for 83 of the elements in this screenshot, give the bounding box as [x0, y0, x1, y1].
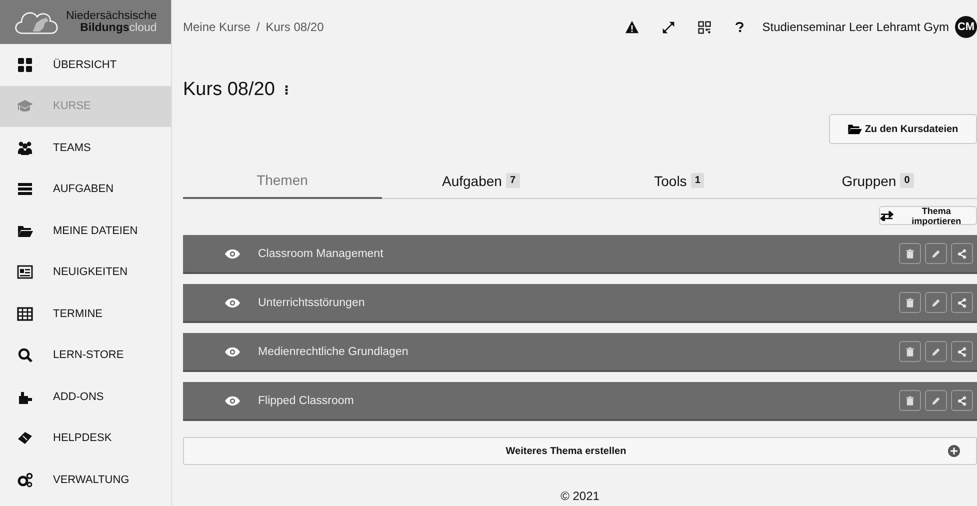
list-icon [17, 181, 33, 198]
copyright-text: © 2021 [560, 489, 600, 503]
people-icon [17, 140, 33, 156]
sidebar-item[interactable]: TERMINE [0, 293, 171, 334]
kebab-menu-icon [284, 85, 288, 95]
grid-icon [17, 56, 33, 73]
edit-button[interactable] [925, 243, 947, 264]
topic-title: Medienrechtliche Grundlagen [258, 346, 410, 358]
count-badge: 1 [690, 173, 704, 188]
trash-icon [905, 298, 915, 308]
topic-bar[interactable]: Flipped Classroom [183, 382, 977, 421]
breadcrumb-link[interactable]: Kurs 08/20 [266, 20, 324, 34]
breadcrumb-link[interactable]: Meine Kurse [183, 20, 250, 34]
delete-button[interactable] [899, 341, 921, 362]
topic-title: Classroom Management [258, 248, 384, 260]
trash-icon [905, 396, 915, 406]
sidebar-item[interactable]: NEUIGKEITEN [0, 252, 171, 293]
plus-circle-icon [948, 445, 960, 457]
topic-title: Flipped Classroom [258, 394, 355, 406]
topic-bar[interactable]: Classroom Management [183, 235, 977, 274]
delete-button[interactable] [899, 243, 921, 264]
sidebar-item[interactable]: ADD-ONS [0, 376, 171, 418]
swap-arrows-icon [880, 210, 894, 220]
graduation-cap-icon [17, 98, 33, 114]
pencil-icon [931, 298, 941, 308]
sidebar-item[interactable]: AUFGABEN [0, 168, 171, 210]
logo-text: Niedersächsische [66, 10, 157, 22]
gears-icon [17, 472, 33, 488]
pencil-icon [931, 396, 941, 406]
delete-button[interactable] [899, 390, 921, 411]
add-topic-button[interactable]: Weiteres Thema erstellen [183, 437, 977, 465]
share-icon [957, 396, 967, 406]
sidebar-item[interactable]: TEAMS [0, 127, 171, 168]
tab[interactable]: Tools 1 [580, 164, 778, 198]
search-icon [17, 347, 33, 364]
trash-icon [905, 346, 915, 356]
edit-button[interactable] [925, 341, 947, 362]
edit-button[interactable] [925, 390, 947, 411]
import-topic-button[interactable]: Thema importieren [879, 206, 977, 225]
avatar[interactable]: CM [955, 16, 977, 38]
share-icon [957, 346, 967, 356]
topic-bar[interactable]: Medienrechtliche Grundlagen [183, 333, 977, 372]
share-button[interactable] [951, 341, 973, 362]
topic-bar[interactable]: Unterrichtsstörungen [183, 284, 977, 323]
tab[interactable]: Aufgaben 7 [382, 164, 580, 198]
pencil-icon [931, 346, 941, 356]
share-icon [957, 248, 967, 258]
user-name[interactable]: Studienseminar Leer Lehramt Gym [762, 20, 949, 34]
share-button[interactable] [951, 243, 973, 264]
count-badge: 0 [900, 173, 914, 188]
trash-icon [905, 248, 915, 258]
tab[interactable]: Themen [183, 164, 382, 199]
sidebar-item[interactable]: VERWALTUNG [0, 459, 171, 500]
eye-icon [225, 346, 240, 356]
ticket-icon [17, 430, 33, 446]
share-button[interactable] [951, 292, 973, 313]
count-badge: 7 [506, 173, 520, 188]
expand-icon [662, 20, 676, 34]
share-button[interactable] [951, 390, 973, 411]
eye-icon [225, 248, 240, 258]
logo-banner[interactable]: Niedersächsische Bildungscloud [0, 0, 171, 44]
edit-button[interactable] [925, 292, 947, 313]
logo-text: Bildungscloud [80, 22, 157, 34]
sidebar-item[interactable]: LERN-STORE [0, 334, 171, 376]
course-files-button[interactable]: Zu den Kursdateien [829, 114, 977, 144]
sidebar-item[interactable]: MEINE DATEIEN [0, 210, 171, 252]
sidebar-item[interactable]: HELPDESK [0, 418, 171, 459]
topic-title: Unterrichtsstörungen [258, 296, 366, 308]
eye-icon [225, 396, 240, 406]
sidebar-item[interactable]: ÜBERSICHT [0, 44, 171, 86]
folder-icon [848, 123, 862, 135]
help-icon [734, 20, 746, 34]
breadcrumb-separator: / [256, 20, 260, 34]
course-title: Kurs 08/20 [183, 79, 275, 101]
calendar-icon [17, 306, 33, 322]
delete-button[interactable] [899, 292, 921, 313]
eye-icon [225, 298, 240, 308]
share-icon [957, 298, 967, 308]
pencil-icon [931, 248, 941, 258]
qr-code-icon [698, 20, 712, 34]
tab[interactable]: Gruppen 0 [778, 164, 977, 198]
newspaper-icon [17, 264, 33, 280]
warning-icon [625, 20, 640, 34]
